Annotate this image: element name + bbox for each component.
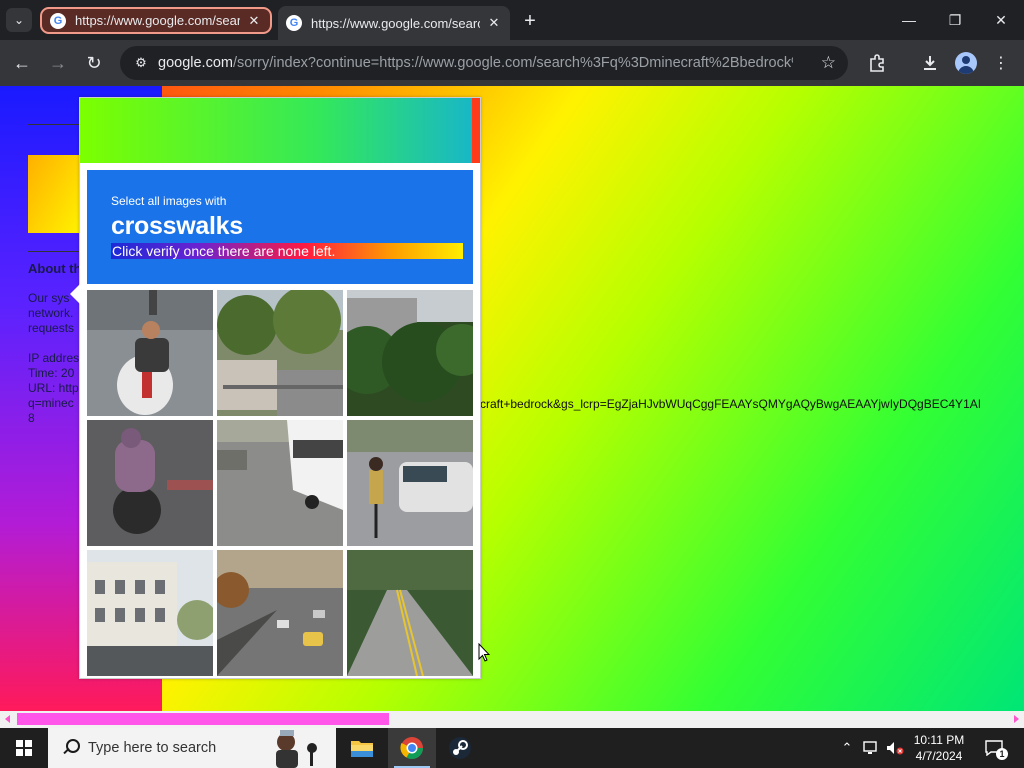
page-viewport: About th Our sys network. requests IP ad…: [0, 86, 1024, 711]
show-hidden-icons-chevron-icon[interactable]: ⌃: [838, 728, 856, 768]
scroll-right-arrow-icon[interactable]: [1014, 715, 1019, 723]
search-placeholder: Type here to search: [88, 740, 217, 756]
captcha-tile-highway-traffic[interactable]: [217, 550, 343, 676]
windows-logo-icon: [16, 740, 32, 756]
new-tab-button[interactable]: +: [518, 9, 542, 33]
detail-line: IP addres: [28, 351, 80, 365]
bookmark-star-icon[interactable]: ☆: [821, 53, 836, 73]
clock-date: 4/7/2024: [915, 749, 963, 763]
tab-2-active[interactable]: G https://www.google.com/search?q ✕: [278, 6, 510, 40]
url-overflow-text: craft+bedrock&gs_lcrp=EgZjaHJvbWUqCggFEA…: [480, 397, 982, 411]
tab-1[interactable]: G https://www.google.com/search?q ✕: [40, 7, 272, 34]
captcha-tile-moped-rider[interactable]: [87, 420, 213, 546]
close-window-button[interactable]: ✕: [978, 0, 1024, 40]
captcha-pointer: [70, 284, 80, 304]
windows-taskbar: Type here to search ⌃ 10:11 PM 4/7/2024 …: [0, 728, 1024, 768]
notification-badge: 1: [996, 748, 1008, 760]
notification-center-icon[interactable]: 1: [982, 736, 1008, 760]
instruction-target: crosswalks: [111, 212, 243, 240]
forward-arrow-icon[interactable]: →: [45, 50, 71, 76]
tab-close-icon[interactable]: ✕: [246, 13, 262, 29]
volume-muted-icon[interactable]: [884, 728, 906, 768]
tab-title: https://www.google.com/search?q: [75, 13, 240, 28]
download-icon[interactable]: [917, 50, 943, 76]
site-settings-icon[interactable]: ⚙: [132, 54, 150, 72]
restore-button[interactable]: ❐: [932, 0, 978, 40]
paragraph-line: Our sys: [28, 291, 70, 305]
logo-box: [28, 155, 80, 233]
instruction-line: Select all images with: [111, 194, 227, 208]
paragraph-line: requests: [28, 321, 75, 335]
url-path: /sorry/index?continue=https://www.google…: [232, 55, 793, 71]
tab-search-button[interactable]: ⌄: [6, 8, 32, 32]
search-icon: [62, 739, 80, 757]
address-bar[interactable]: ⚙ google.com/sorry/index?continue=https:…: [120, 46, 848, 80]
browser-toolbar: ← → ↻ ⚙ google.com/sorry/index?continue=…: [0, 40, 1024, 86]
scroll-left-arrow-icon[interactable]: [5, 715, 10, 723]
taskbar-search-box[interactable]: Type here to search: [48, 728, 336, 768]
captcha-image-grid: [87, 290, 473, 676]
google-favicon-icon: G: [286, 15, 302, 31]
horizontal-scrollbar[interactable]: [0, 711, 1024, 728]
instruction-hint: Click verify once there are none left.: [111, 243, 463, 259]
network-icon[interactable]: [860, 728, 882, 768]
divider: [28, 251, 80, 252]
recaptcha-challenge: Select all images with crosswalks Click …: [70, 97, 481, 679]
captcha-tile-hedge-building[interactable]: [347, 290, 473, 416]
section-heading: About th: [28, 261, 82, 276]
captcha-tile-country-road[interactable]: [347, 550, 473, 676]
tab-strip: ⌄ G https://www.google.com/search?q ✕ G …: [0, 0, 1024, 40]
captcha-tile-scooter-rider[interactable]: [87, 290, 213, 416]
chevron-down-icon: ⌄: [13, 13, 25, 27]
start-button[interactable]: [0, 728, 48, 768]
captcha-tile-street-trees[interactable]: [217, 290, 343, 416]
file-explorer-icon[interactable]: [338, 728, 386, 768]
detail-line: Time: 20: [28, 366, 75, 380]
detail-line: URL: http: [28, 381, 79, 395]
mouse-cursor-icon: [478, 643, 490, 662]
extensions-puzzle-icon[interactable]: [864, 50, 890, 76]
more-menu-icon[interactable]: ⋮: [988, 50, 1014, 76]
captcha-tile-bus-road[interactable]: [217, 420, 343, 546]
tab-title: https://www.google.com/search?q: [311, 15, 480, 31]
clock-time: 10:11 PM: [913, 733, 965, 747]
reload-icon[interactable]: ↻: [81, 50, 107, 76]
paragraph-line: network.: [28, 306, 74, 320]
detail-line: 8: [28, 411, 35, 425]
captcha-header-strip: [80, 98, 480, 163]
google-favicon-icon: G: [50, 12, 66, 29]
minimize-button[interactable]: —: [886, 0, 932, 40]
divider: [28, 124, 80, 125]
search-highlight-art-icon: [276, 730, 317, 768]
steam-icon[interactable]: [436, 728, 484, 768]
detail-line: q=minec: [28, 396, 74, 410]
captcha-instructions: Select all images with crosswalks Click …: [87, 170, 473, 284]
profile-avatar-icon[interactable]: [955, 52, 977, 74]
captcha-tile-cyclist-car[interactable]: [347, 420, 473, 546]
captcha-tile-building-facade[interactable]: [87, 550, 213, 676]
chrome-taskbar-icon[interactable]: [388, 728, 436, 768]
url-host: google.com: [158, 55, 233, 71]
back-arrow-icon[interactable]: ←: [9, 50, 35, 76]
tab-close-icon[interactable]: ✕: [486, 15, 502, 31]
scrollbar-thumb[interactable]: [17, 713, 389, 725]
system-clock[interactable]: 10:11 PM 4/7/2024: [906, 732, 972, 764]
